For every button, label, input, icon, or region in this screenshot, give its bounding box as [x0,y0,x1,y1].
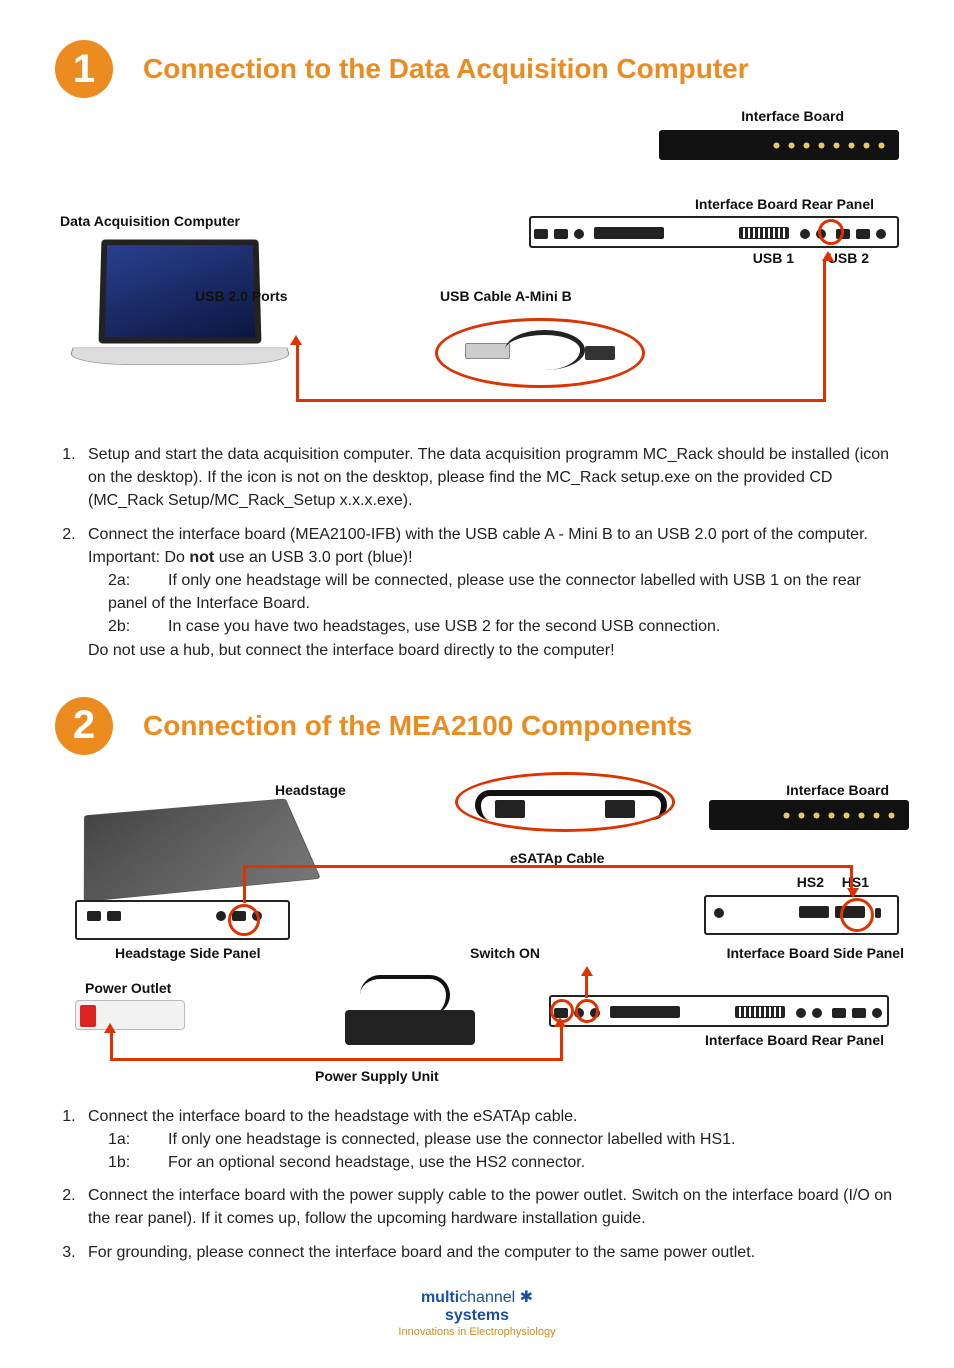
label-headstage: Headstage [275,782,346,798]
star-icon: ✱ [515,1289,533,1306]
label-usb-cable: USB Cable A-Mini B [440,288,572,304]
s2-step-1a-tag: 1a: [108,1128,168,1151]
label-usb-ports: USB 2.0 Ports [195,288,288,304]
s1-step-2b-text: In case you have two headstages, use USB… [168,618,720,635]
label-interface-board-rear: Interface Board Rear Panel [695,196,874,212]
label-psu: Power Supply Unit [315,1068,439,1084]
label-ifb-side: Interface Board Side Panel [727,945,904,961]
usb-cable-highlight-icon [435,318,645,388]
label-ifb2: Interface Board [786,782,889,798]
section1-title: Connection to the Data Acquisition Compu… [143,53,749,85]
section2-number-badge: 2 [55,697,113,755]
s2-step-1a: 1a:If only one headstage is connected, p… [108,1128,899,1151]
s2-step-1: Connect the interface board to the heads… [80,1105,899,1175]
line-hs-across [243,865,853,868]
headstage-icon [84,798,321,902]
s1-step-2a: 2a:If only one headstage will be connect… [108,569,899,615]
label-ifb-rear-2: Interface Board Rear Panel [705,1032,884,1048]
power-line-2 [110,1058,560,1061]
s2-step-1b-text: For an optional second headstage, use th… [168,1154,585,1171]
esata-highlight-icon [455,772,675,832]
section2-header: 2 Connection of the MEA2100 Components [55,697,899,755]
footer-line2: systems [55,1307,899,1325]
footer-line1: multichannel ✱ [55,1289,899,1307]
s1-step-2-bold: not [189,549,214,566]
s2-step-1b: 1b:For an optional second headstage, use… [108,1151,899,1174]
s2-step-2: Connect the interface board with the pow… [80,1184,899,1230]
connector-line-3 [823,259,826,402]
s2-step-1-text: Connect the interface board to the heads… [88,1108,578,1125]
s1-step-2-post: use an USB 3.0 port (blue)! [214,549,412,566]
label-hs2: HS2 [797,874,824,890]
page: 1 Connection to the Data Acquisition Com… [0,0,954,1368]
footer-logo: multichannel ✱ systems Innovations in El… [55,1289,899,1338]
switch-highlight-icon [575,999,599,1023]
section1-header: 1 Connection to the Data Acquisition Com… [55,40,899,98]
section2-diagram: Headstage eSATAp Cable Interface Board H… [55,770,899,1090]
power-line-1 [110,1030,113,1060]
label-power-outlet: Power Outlet [85,980,171,996]
laptop-icon [70,238,300,408]
connector-line-2 [296,399,826,402]
interface-board-front-icon [659,130,899,160]
footer-brand-rest: channel [459,1289,515,1306]
section1-number-badge: 1 [55,40,113,98]
line-hs-down [850,865,853,895]
s1-step-2a-text: If only one headstage will be connected,… [108,572,861,612]
label-data-acq-computer: Data Acquisition Computer [60,213,240,229]
label-usb1: USB 1 [753,250,794,266]
s2-step-3: For grounding, please connect the interf… [80,1241,899,1264]
connector-line-1 [296,342,299,402]
switch-pointer-line [585,973,588,998]
s1-step-2b: 2b:In case you have two headstages, use … [108,615,899,638]
power-outlet-icon [75,1000,185,1030]
s1-step-2a-tag: 2a: [108,569,168,592]
ifb-front-2-icon [709,800,909,830]
label-switch-on: Switch ON [470,945,540,961]
label-headstage-side: Headstage Side Panel [115,945,261,961]
section1-diagram: Interface Board Interface Board Rear Pan… [55,108,899,428]
s1-step-2-trailing: Do not use a hub, but connect the interf… [88,639,899,662]
arrow-hs1-icon [847,888,859,898]
section1-instructions: Setup and start the data acquisition com… [55,443,899,662]
section2-title: Connection of the MEA2100 Components [143,710,692,742]
s1-step-1: Setup and start the data acquisition com… [80,443,899,513]
section2-instructions: Connect the interface board to the heads… [55,1105,899,1264]
footer-tagline: Innovations in Electrophysiology [55,1326,899,1339]
headstage-port-highlight-icon [228,904,260,936]
arrow-power-in-icon [554,1017,566,1027]
s1-step-2b-tag: 2b: [108,615,168,638]
footer-brand-bold: multi [421,1289,459,1306]
ifb-rear-2-icon [549,995,889,1027]
s2-step-1a-text: If only one headstage is connected, plea… [168,1131,735,1148]
power-line-3 [560,1022,563,1061]
hs1-port-highlight-icon [840,898,874,932]
s1-step-2: Connect the interface board (MEA2100-IFB… [80,523,899,662]
label-interface-board: Interface Board [741,108,844,124]
arrow-power-outlet-icon [104,1023,116,1033]
usb-port-highlight-icon [818,219,844,245]
s2-step-1b-tag: 1b: [108,1151,168,1174]
line-hs-up [243,865,246,903]
arrow-to-laptop-icon [290,335,302,345]
psu-icon [345,980,475,1045]
label-esatap: eSATAp Cable [510,850,604,866]
